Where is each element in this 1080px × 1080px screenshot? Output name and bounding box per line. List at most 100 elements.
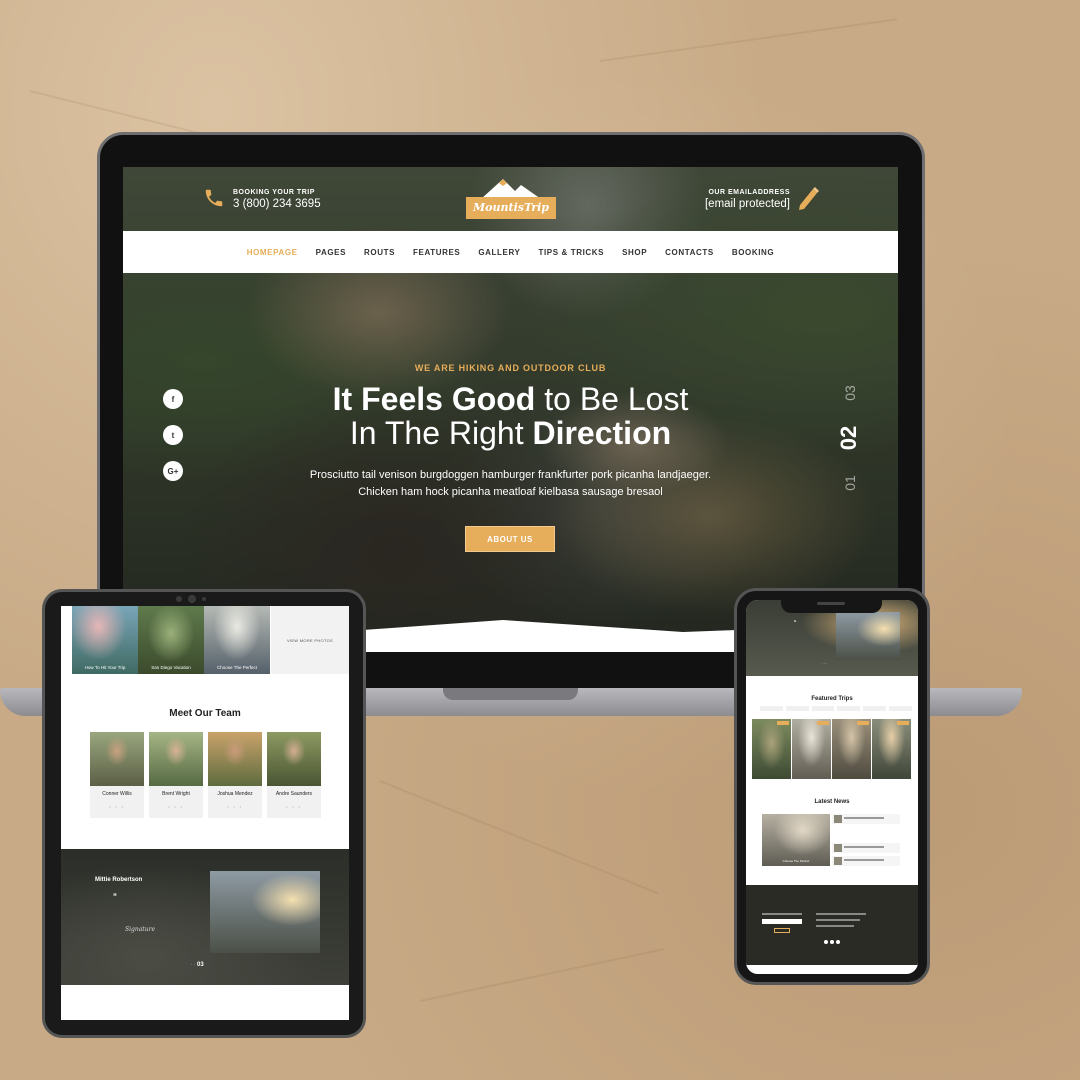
footer-text-line — [762, 913, 802, 915]
phone-testimonial-photo — [836, 612, 900, 660]
footer-social-icon[interactable] — [830, 940, 834, 944]
trip-badge — [857, 721, 869, 725]
news-list-item[interactable] — [832, 814, 900, 824]
site-logo[interactable]: MountisTrip — [466, 177, 556, 221]
gallery-caption: Choose The Perfect — [217, 665, 257, 670]
news-line — [844, 846, 884, 848]
nav-shop[interactable]: SHOP — [622, 248, 647, 257]
site-topbar: BOOKING YOUR TRIP 3 (800) 234 3695 Mount… — [123, 167, 898, 231]
hero-body-line-2: Chicken ham hock picanha meatloaf kielba… — [358, 486, 663, 498]
news-line — [844, 859, 884, 861]
member-social-icons: • • • — [227, 805, 243, 809]
gallery-tile[interactable]: Choose The Perfect — [204, 606, 270, 674]
testimonial-photo — [210, 871, 320, 953]
gallery-tile[interactable]: How To Hit Your Trip — [72, 606, 138, 674]
phone-footer — [746, 885, 918, 965]
member-social-icons: • • • — [109, 805, 125, 809]
gallery-caption: How To Hit Your Trip — [84, 665, 126, 670]
newsletter-button[interactable] — [774, 928, 790, 933]
newsletter-input[interactable] — [762, 919, 802, 924]
testimonial-signature: Signature — [125, 926, 156, 933]
nav-homepage[interactable]: HOMEPAGE — [247, 248, 298, 257]
member-name: Andre Saunders — [275, 791, 313, 797]
nav-features[interactable]: FEATURES — [413, 248, 460, 257]
trip-badge — [897, 721, 909, 725]
tablet-camera — [188, 595, 196, 603]
team-member-card[interactable]: Brent Wright • • • — [149, 732, 203, 818]
paper-crease — [419, 948, 665, 1002]
gallery-caption: San Diego Vacation — [151, 665, 191, 670]
nav-routs[interactable]: ROUTS — [364, 248, 395, 257]
filter-tab[interactable] — [837, 706, 861, 711]
team-member-card[interactable]: Conner Willis • • • — [90, 732, 144, 818]
member-social-icons: • • • — [286, 805, 302, 809]
team-member-card[interactable]: Andre Saunders • • • — [267, 732, 321, 818]
email-label: OUR EMAILADDRESS — [708, 189, 790, 196]
filter-tab[interactable] — [785, 706, 809, 711]
member-social-icons: • • • — [168, 805, 184, 809]
pencil-icon — [799, 187, 819, 210]
filter-tab[interactable] — [811, 706, 835, 711]
phone-icon — [205, 189, 223, 207]
quote-icon: “ — [113, 892, 117, 901]
trip-card[interactable] — [872, 719, 911, 779]
footer-text-line — [816, 913, 866, 915]
news-thumb — [834, 815, 842, 823]
filter-tab[interactable] — [760, 706, 783, 711]
trip-card[interactable] — [832, 719, 871, 779]
nav-pages[interactable]: PAGES — [316, 248, 346, 257]
slide-number-previous[interactable]: 01 — [842, 475, 858, 491]
member-name: Brent Wright — [162, 791, 190, 797]
headline-bold: Direction — [532, 415, 672, 451]
member-photo — [267, 732, 321, 786]
hero-headline-line-1: It Feels Good to Be Lost — [123, 381, 898, 417]
tablet-camera — [202, 597, 206, 601]
about-us-button[interactable]: ABOUT US — [465, 526, 555, 552]
tablet-camera — [176, 596, 182, 602]
hero-headline-line-2: In The Right Direction — [123, 415, 898, 451]
slide-number-next[interactable]: 03 — [842, 385, 858, 401]
phone-pagination[interactable]: · · · — [822, 662, 827, 666]
phone-screen: “ · · · Featured Trips Latest News Choos… — [746, 600, 918, 974]
paper-crease — [379, 780, 659, 895]
trip-card[interactable] — [792, 719, 831, 779]
nav-contacts[interactable]: CONTACTS — [665, 248, 714, 257]
team-member-card[interactable]: Joshua Mendez • • • — [208, 732, 262, 818]
filter-tab[interactable] — [889, 706, 912, 711]
slide-number-current[interactable]: 02 — [836, 426, 862, 450]
trip-badge — [817, 721, 829, 725]
tablet-screen: How To Hit Your Trip San Diego Vacation … — [61, 606, 349, 1020]
email-value[interactable]: [email protected] — [705, 198, 790, 210]
nav-gallery[interactable]: GALLERY — [478, 248, 520, 257]
news-line — [844, 817, 884, 819]
footer-text-line — [816, 925, 854, 927]
news-thumb — [834, 857, 842, 865]
gallery-tile[interactable]: San Diego Vacation — [138, 606, 204, 674]
booking-label: BOOKING YOUR TRIP — [233, 189, 315, 196]
news-feature-image[interactable]: Choose The Perfect — [762, 814, 830, 866]
nav-tips-tricks[interactable]: TIPS & TRICKS — [539, 248, 605, 257]
filter-tab[interactable] — [863, 706, 887, 711]
laptop-trackpad-notch — [443, 688, 578, 700]
member-photo — [90, 732, 144, 786]
headline-text: to Be Lost — [535, 381, 689, 417]
hero-eyebrow: WE ARE HIKING AND OUTDOOR CLUB — [414, 363, 607, 373]
view-more-photos-link[interactable]: VIEW MORE PHOTOS — [271, 606, 349, 674]
footer-social-icon[interactable] — [836, 940, 840, 944]
footer-social-icon[interactable] — [824, 940, 828, 944]
news-list-item[interactable] — [832, 856, 900, 866]
testimonial-name: Mittie Robertson — [95, 877, 143, 883]
testimonial-pagination[interactable]: · · 03 — [191, 962, 204, 968]
team-title: Meet Our Team — [169, 708, 241, 719]
phone-notch — [781, 597, 882, 613]
paper-crease — [599, 18, 898, 62]
main-navigation: HOMEPAGE PAGES ROUTS FEATURES GALLERY TI… — [123, 231, 898, 273]
member-photo — [149, 732, 203, 786]
nav-booking[interactable]: BOOKING — [732, 248, 774, 257]
news-list-item[interactable] — [832, 843, 900, 853]
featured-filters — [760, 706, 912, 711]
booking-phone[interactable]: 3 (800) 234 3695 — [233, 198, 321, 210]
testimonial-section: Mittie Robertson “ Signature · · 03 — [61, 849, 349, 985]
mountain-logo-icon — [481, 179, 541, 199]
trip-card[interactable] — [752, 719, 791, 779]
